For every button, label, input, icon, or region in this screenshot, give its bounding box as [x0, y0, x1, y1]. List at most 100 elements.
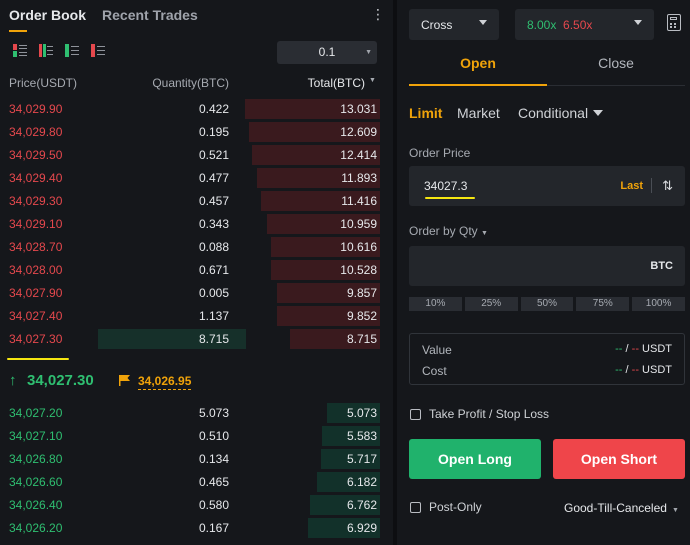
view-split-icon[interactable]: [39, 44, 53, 57]
pct-50-button[interactable]: 50%: [520, 297, 574, 311]
cost-label: Cost: [422, 364, 447, 378]
tab-close[interactable]: Close: [547, 55, 685, 71]
row-price: 34,026.60: [9, 475, 63, 489]
quantity-column-header: Quantity(BTC): [152, 76, 229, 90]
row-total: 5.717: [346, 452, 377, 466]
short-leverage: 6.50x: [563, 18, 593, 32]
row-price: 34,029.90: [9, 102, 63, 116]
chevron-down-icon[interactable]: ▼: [369, 77, 376, 84]
bid-row[interactable]: 34,027.10 0.510 5.583: [0, 425, 393, 448]
mark-price[interactable]: 34,026.95: [138, 374, 192, 390]
chevron-down-icon: ▼: [671, 507, 679, 514]
order-book-view-selector: [13, 44, 105, 57]
row-quantity: 0.134: [198, 452, 229, 466]
row-quantity: 0.088: [198, 240, 229, 254]
cost-slash: /: [625, 364, 629, 376]
tpsl-checkbox[interactable]: [410, 409, 421, 420]
row-quantity: 0.195: [198, 125, 229, 139]
more-options-icon[interactable]: ⋮: [371, 6, 385, 22]
row-total: 6.929: [346, 521, 377, 535]
ask-row[interactable]: 34,029.40 0.477 11.893: [0, 167, 393, 190]
tab-recent-trades[interactable]: Recent Trades: [102, 7, 198, 37]
row-price: 34,027.40: [9, 309, 63, 323]
qty-label[interactable]: Order by Qty ▼: [409, 224, 488, 238]
row-total: 11.893: [341, 171, 377, 185]
qty-unit: BTC: [650, 260, 673, 272]
highlight-underline: [425, 197, 475, 199]
active-tab-indicator: [409, 84, 547, 86]
ask-row[interactable]: 34,029.80 0.195 12.609: [0, 121, 393, 144]
tpsl-label[interactable]: Take Profit / Stop Loss: [429, 407, 549, 421]
order-type-market[interactable]: Market: [457, 105, 500, 121]
flag-icon: [119, 375, 130, 386]
view-asks-icon[interactable]: [91, 44, 105, 57]
value-slash: /: [625, 343, 629, 355]
ask-row[interactable]: 34,028.70 0.088 10.616: [0, 236, 393, 259]
pct-25-button[interactable]: 25%: [464, 297, 518, 311]
row-quantity: 0.343: [198, 217, 229, 231]
ask-row[interactable]: 34,029.10 0.343 10.959: [0, 213, 393, 236]
bid-row[interactable]: 34,026.80 0.134 5.717: [0, 448, 393, 471]
calculator-icon[interactable]: [667, 14, 681, 31]
row-quantity: 5.073: [198, 406, 229, 420]
ask-row[interactable]: 34,029.30 0.457 11.416: [0, 190, 393, 213]
pct-100-button[interactable]: 100%: [632, 297, 685, 311]
price-precision-select[interactable]: 0.1 ▼: [277, 41, 377, 64]
price-column-header: Price(USDT): [9, 76, 77, 90]
quantity-input[interactable]: BTC: [409, 246, 685, 286]
last-price-button[interactable]: Last: [620, 180, 643, 192]
value-short: --: [631, 343, 639, 355]
bid-row[interactable]: 34,026.40 0.580 6.762: [0, 494, 393, 517]
ask-row[interactable]: 34,029.50 0.521 12.414: [0, 144, 393, 167]
row-price: 34,027.10: [9, 429, 63, 443]
row-quantity: 0.465: [198, 475, 229, 489]
percentage-selector: 10% 25% 50% 75% 100%: [409, 297, 685, 311]
view-both-icon[interactable]: [13, 44, 27, 57]
bid-row[interactable]: 34,026.20 0.167 6.929: [0, 517, 393, 540]
row-price: 34,029.10: [9, 217, 63, 231]
time-in-force-value: Good-Till-Canceled: [564, 501, 667, 515]
open-short-button[interactable]: Open Short: [553, 439, 685, 479]
value-label: Value: [422, 343, 452, 357]
post-only-checkbox[interactable]: [410, 502, 421, 513]
ask-row[interactable]: 34,027.40 1.137 9.852: [0, 305, 393, 328]
cost-short: --: [631, 364, 639, 376]
order-price-value[interactable]: 34027.3: [424, 179, 467, 193]
row-price: 34,028.00: [9, 263, 63, 277]
caret-down-icon: [634, 20, 642, 25]
tab-order-book[interactable]: Order Book: [9, 7, 86, 37]
row-quantity: 1.137: [198, 309, 229, 323]
row-quantity: 0.477: [198, 171, 229, 185]
precision-value: 0.1: [318, 45, 336, 59]
row-price: 34,026.40: [9, 498, 63, 512]
field-divider: [651, 178, 652, 193]
order-type-conditional[interactable]: Conditional: [518, 105, 604, 121]
row-total: 12.414: [340, 148, 377, 162]
leverage-values: 8.00x 6.50x: [527, 18, 592, 32]
order-type-limit[interactable]: Limit: [409, 105, 442, 121]
ask-row[interactable]: 34,027.30 8.715 8.715: [0, 328, 393, 351]
ask-row[interactable]: 34,029.90 0.422 13.031: [0, 98, 393, 121]
order-price-field[interactable]: 34027.3 Last ⇅: [409, 166, 685, 206]
view-bids-icon[interactable]: [65, 44, 79, 57]
leverage-select[interactable]: 8.00x 6.50x: [515, 9, 654, 40]
order-book-panel: Order Book Recent Trades ⋮ 0.1 ▼ Price(U…: [0, 0, 393, 545]
open-long-button[interactable]: Open Long: [409, 439, 541, 479]
ask-row[interactable]: 34,027.90 0.005 9.857: [0, 282, 393, 305]
bid-row[interactable]: 34,026.60 0.465 6.182: [0, 471, 393, 494]
swap-icon[interactable]: ⇅: [662, 178, 673, 194]
row-total: 5.073: [346, 406, 377, 420]
row-quantity: 8.715: [198, 332, 229, 346]
bid-row[interactable]: 34,027.20 5.073 5.073: [0, 402, 393, 425]
pct-75-button[interactable]: 75%: [576, 297, 630, 311]
time-in-force-select[interactable]: Good-Till-Canceled ▼: [564, 501, 679, 515]
total-column-header[interactable]: Total(BTC): [308, 76, 365, 90]
conditional-label: Conditional: [518, 105, 589, 121]
row-price: 34,028.70: [9, 240, 63, 254]
post-only-label[interactable]: Post-Only: [429, 500, 482, 514]
margin-mode-select[interactable]: Cross: [409, 9, 499, 40]
row-total: 13.031: [340, 102, 377, 116]
ask-row[interactable]: 34,028.00 0.671 10.528: [0, 259, 393, 282]
pct-10-button[interactable]: 10%: [409, 297, 462, 311]
tab-open[interactable]: Open: [409, 55, 547, 71]
